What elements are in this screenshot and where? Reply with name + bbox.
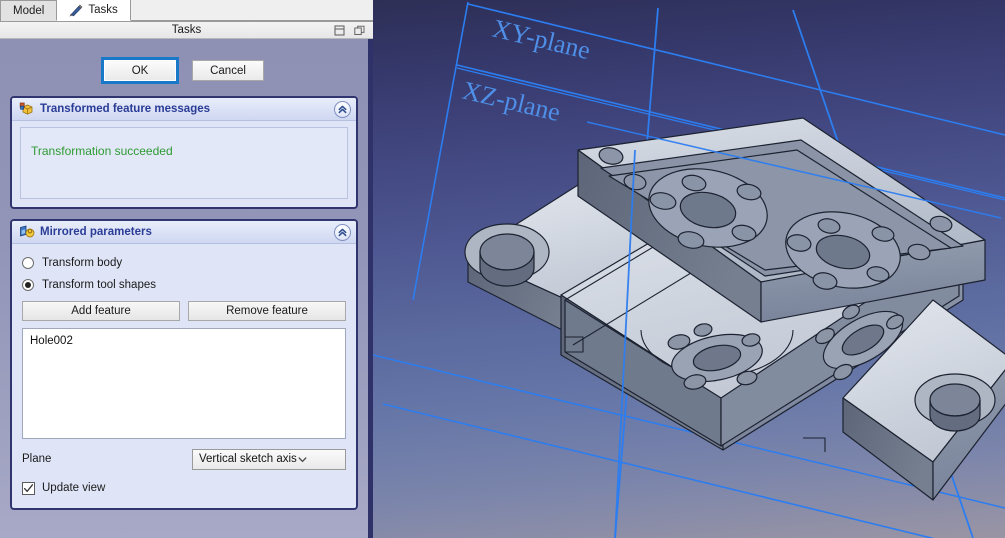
feature-button-row: Add feature Remove feature <box>22 301 346 321</box>
ok-button[interactable]: OK <box>101 57 179 84</box>
plane-select-value: Vertical sketch axis <box>199 453 297 465</box>
remove-feature-button[interactable]: Remove feature <box>188 301 346 321</box>
transformed-feature-messages-header[interactable]: Transformed feature messages <box>12 98 356 121</box>
mirrored-parameters-group: Mirrored parameters Transform body Trans… <box>10 219 358 510</box>
3d-scene: XY-plane XZ-plane <box>373 1 1005 538</box>
tab-tasks[interactable]: Tasks <box>56 0 131 21</box>
update-view-label: Update view <box>42 482 106 494</box>
radio-transform-tool-shapes-indicator[interactable] <box>22 279 34 291</box>
radio-transform-body[interactable]: Transform body <box>22 252 346 274</box>
tab-tasks-label: Tasks <box>88 4 118 16</box>
plane-row: Plane Vertical sketch axis <box>22 448 346 470</box>
dock-icon[interactable] <box>334 25 345 36</box>
transformed-feature-icon <box>19 101 40 117</box>
chevron-down-icon[interactable] <box>297 454 308 465</box>
radio-transform-tool-shapes[interactable]: Transform tool shapes <box>22 274 346 296</box>
mirrored-parameters-icon <box>19 224 40 240</box>
transformed-feature-messages-title: Transformed feature messages <box>40 103 211 115</box>
radio-transform-body-label: Transform body <box>42 257 123 269</box>
list-item[interactable]: Hole002 <box>27 333 345 349</box>
mirrored-parameters-title: Mirrored parameters <box>40 226 152 238</box>
panel-titlebar: Tasks <box>0 22 373 39</box>
float-icon[interactable] <box>354 25 365 36</box>
chevron-double-up-icon[interactable] <box>334 101 351 118</box>
xz-plane-label: XZ-plane <box>460 76 564 127</box>
message-area: Transformation succeeded <box>20 127 348 199</box>
update-view-checkbox[interactable] <box>22 481 35 495</box>
tab-model[interactable]: Model <box>0 0 58 21</box>
mirrored-parameters-header[interactable]: Mirrored parameters <box>12 221 356 244</box>
transformed-feature-messages-body: Transformation succeeded <box>12 127 356 199</box>
plane-label: Plane <box>22 453 52 465</box>
tab-model-label: Model <box>13 5 45 17</box>
application-window: Model Tasks Tasks OK Cancel Transformed … <box>0 0 1005 538</box>
check-icon <box>23 483 34 492</box>
cancel-button[interactable]: Cancel <box>192 60 264 81</box>
mirrored-parameters-body: Transform body Transform tool shapes Add… <box>12 244 356 508</box>
mirrored-bracket-part[interactable] <box>464 117 1005 501</box>
dialog-button-row: OK Cancel <box>0 39 368 96</box>
plane-select[interactable]: Vertical sketch axis <box>192 448 346 470</box>
panel-content: OK Cancel Transformed feature messages T… <box>0 39 368 538</box>
chevron-double-up-icon[interactable] <box>334 224 351 241</box>
3d-viewport[interactable]: XY-plane XZ-plane <box>373 0 1005 538</box>
update-view-row[interactable]: Update view <box>22 478 346 498</box>
pencil-icon <box>69 4 83 17</box>
panel-tab-bar: Model Tasks <box>0 0 373 22</box>
feature-list[interactable]: Hole002 <box>22 328 346 439</box>
panel-title: Tasks <box>171 24 202 36</box>
transformed-feature-messages-group: Transformed feature messages Transformat… <box>10 96 358 209</box>
radio-transform-body-indicator[interactable] <box>22 257 34 269</box>
tab-bar-filler <box>129 0 373 21</box>
panel-titlebar-buttons <box>334 25 365 36</box>
radio-transform-tool-shapes-label: Transform tool shapes <box>42 279 156 291</box>
add-feature-button[interactable]: Add feature <box>22 301 180 321</box>
transformation-status-text: Transformation succeeded <box>31 144 173 158</box>
tasks-panel: Model Tasks Tasks OK Cancel Transformed … <box>0 0 373 538</box>
